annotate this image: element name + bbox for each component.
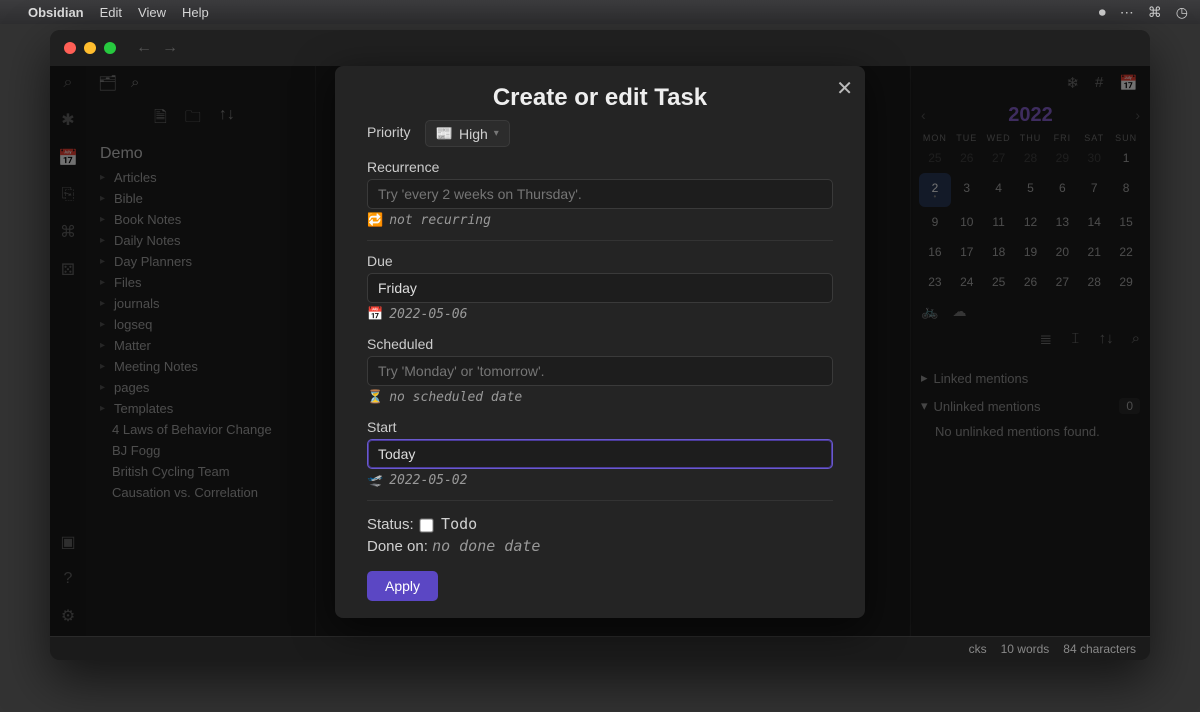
macos-menubar: Obsidian Edit View Help ⏺ ⋯ ⌘ ◷ xyxy=(0,0,1200,24)
due-hint-icon: 📅 xyxy=(367,307,383,322)
clock-icon[interactable]: ◷ xyxy=(1176,4,1188,21)
scheduled-input[interactable] xyxy=(367,356,833,386)
status-checkbox[interactable] xyxy=(419,518,433,532)
scheduled-label: Scheduled xyxy=(367,336,833,352)
priority-select[interactable]: 📰 High ▾ xyxy=(425,120,510,147)
status-words: 10 words xyxy=(1001,642,1050,656)
start-hint-text: 2022-05-02 xyxy=(389,473,467,488)
nav-back-icon[interactable]: ← xyxy=(136,39,152,57)
chevron-down-icon: ▾ xyxy=(494,128,499,139)
priority-value: High xyxy=(459,126,488,142)
recurrence-hint-icon: 🔁 xyxy=(367,213,383,228)
obsidian-window: ← → ⌕ ✱ 📅 ⎘ ⌘ ⚄ ▣ ? ⚙ xyxy=(50,30,1150,660)
due-input[interactable] xyxy=(367,273,833,303)
scheduled-hint-text: no scheduled date xyxy=(389,390,522,405)
window-minimize-button[interactable] xyxy=(84,42,96,54)
status-bar: cks 10 words 84 characters xyxy=(50,636,1150,660)
priority-label: Priority xyxy=(367,124,411,140)
window-close-button[interactable] xyxy=(64,42,76,54)
menubar-app-name[interactable]: Obsidian xyxy=(28,5,84,20)
status-label: Status: xyxy=(367,516,414,533)
recurrence-label: Recurrence xyxy=(367,159,833,175)
create-edit-task-modal: ✕ Create or edit Task Priority 📰 High ▾ xyxy=(335,66,865,618)
screen-record-icon[interactable]: ⏺ xyxy=(1099,4,1106,21)
divider xyxy=(367,240,833,241)
menu-extra-icon[interactable]: ⋯ xyxy=(1120,4,1134,21)
divider xyxy=(367,500,833,501)
status-backlinks: cks xyxy=(969,642,987,656)
recurrence-input[interactable] xyxy=(367,179,833,209)
start-input[interactable] xyxy=(367,439,833,469)
menubar-item-view[interactable]: View xyxy=(138,5,166,20)
modal-close-button[interactable]: ✕ xyxy=(836,76,853,101)
start-label: Start xyxy=(367,419,833,435)
status-value: Todo xyxy=(441,515,477,533)
start-hint-icon: 🛫 xyxy=(367,473,383,488)
control-center-icon[interactable]: ⌘ xyxy=(1148,4,1162,21)
window-titlebar: ← → xyxy=(50,30,1150,66)
done-on-label: Done on: xyxy=(367,538,428,555)
done-on-value: no done date xyxy=(432,537,540,555)
modal-title: Create or edit Task xyxy=(335,66,865,120)
apply-button[interactable]: Apply xyxy=(367,571,438,601)
due-label: Due xyxy=(367,253,833,269)
due-hint-text: 2022-05-06 xyxy=(389,307,467,322)
nav-forward-icon[interactable]: → xyxy=(162,39,178,57)
status-chars: 84 characters xyxy=(1063,642,1136,656)
recurrence-hint-text: not recurring xyxy=(389,213,491,228)
menubar-item-edit[interactable]: Edit xyxy=(100,5,122,20)
menubar-item-help[interactable]: Help xyxy=(182,5,209,20)
scheduled-hint-icon: ⏳ xyxy=(367,390,383,405)
priority-emoji-icon: 📰 xyxy=(436,125,453,142)
window-maximize-button[interactable] xyxy=(104,42,116,54)
